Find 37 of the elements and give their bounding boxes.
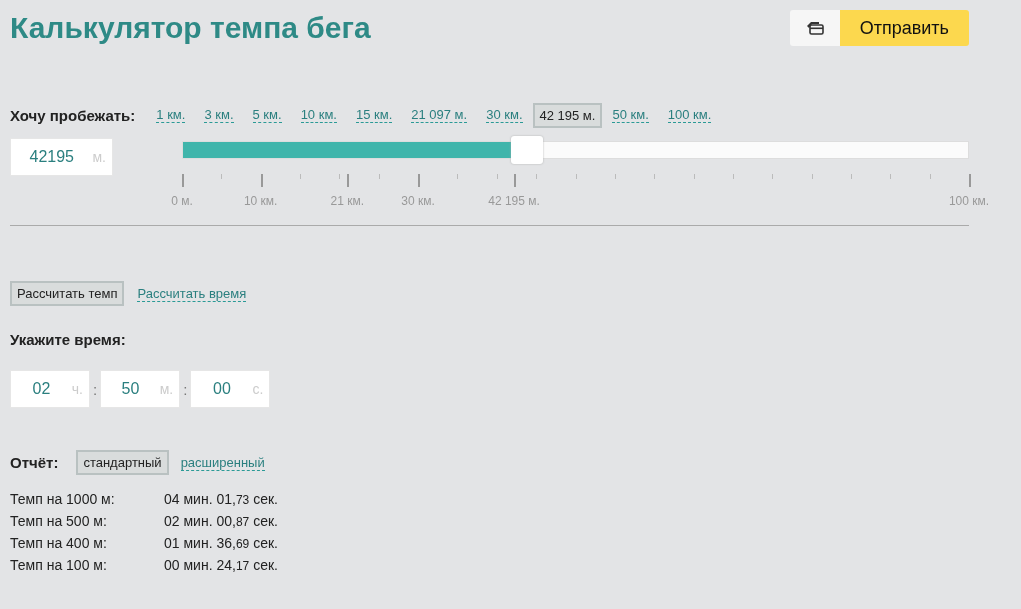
distance-preset[interactable]: 5 км. <box>252 107 282 123</box>
pace-value: 02 мин. 00,87 сек. <box>164 512 278 531</box>
slider-handle[interactable] <box>510 136 543 164</box>
mode-tab[interactable]: Рассчитать темп <box>10 281 125 306</box>
pace-value: 00 мин. 24,17 сек. <box>164 556 278 575</box>
pace-value: 04 мин. 01,73 сек. <box>164 490 278 509</box>
scale-label: 30 км. <box>401 194 435 208</box>
report-tab[interactable]: расширенный <box>180 454 265 471</box>
cards-icon <box>805 21 824 35</box>
distance-slider[interactable] <box>182 136 969 164</box>
scale-label: 10 км. <box>243 194 278 208</box>
distance-preset[interactable]: 42 195 м. <box>532 102 603 128</box>
pace-label: Темп на 500 м: <box>10 512 108 531</box>
mode-tab[interactable]: Рассчитать время <box>137 285 247 302</box>
scale-label: 42 195 м. <box>488 194 540 208</box>
time-separator: : <box>93 380 98 398</box>
pace-value: 01 мин. 36,69 сек. <box>164 534 278 553</box>
page-title: Калькулятор темпа бега <box>10 10 371 45</box>
distance-preset[interactable]: 10 км. <box>300 107 337 123</box>
pace-label: Темп на 400 м: <box>10 534 108 553</box>
distance-preset[interactable]: 21 097 м. <box>411 107 468 123</box>
distance-preset[interactable]: 1 км. <box>156 107 186 123</box>
distance-preset[interactable]: 3 км. <box>204 107 234 123</box>
scale-label: 0 м. <box>171 194 193 208</box>
scale-label: 21 км. <box>330 194 364 208</box>
time-separator: : <box>183 380 188 398</box>
distance-preset[interactable]: 50 км. <box>612 107 649 123</box>
scale-label: 100 км. <box>948 194 990 208</box>
distance-label: Хочу пробежать: <box>10 106 136 124</box>
distance-preset[interactable]: 100 км. <box>667 107 712 123</box>
report-tab[interactable]: стандартный <box>76 450 169 475</box>
distance-preset[interactable]: 30 км. <box>486 107 523 123</box>
time-label: Укажите время: <box>10 331 127 348</box>
pace-label: Темп на 1000 м: <box>10 490 116 509</box>
report-label: Отчёт: <box>10 454 59 471</box>
distance-preset[interactable]: 15 км. <box>355 107 393 123</box>
pace-label: Темп на 100 м: <box>10 556 108 575</box>
